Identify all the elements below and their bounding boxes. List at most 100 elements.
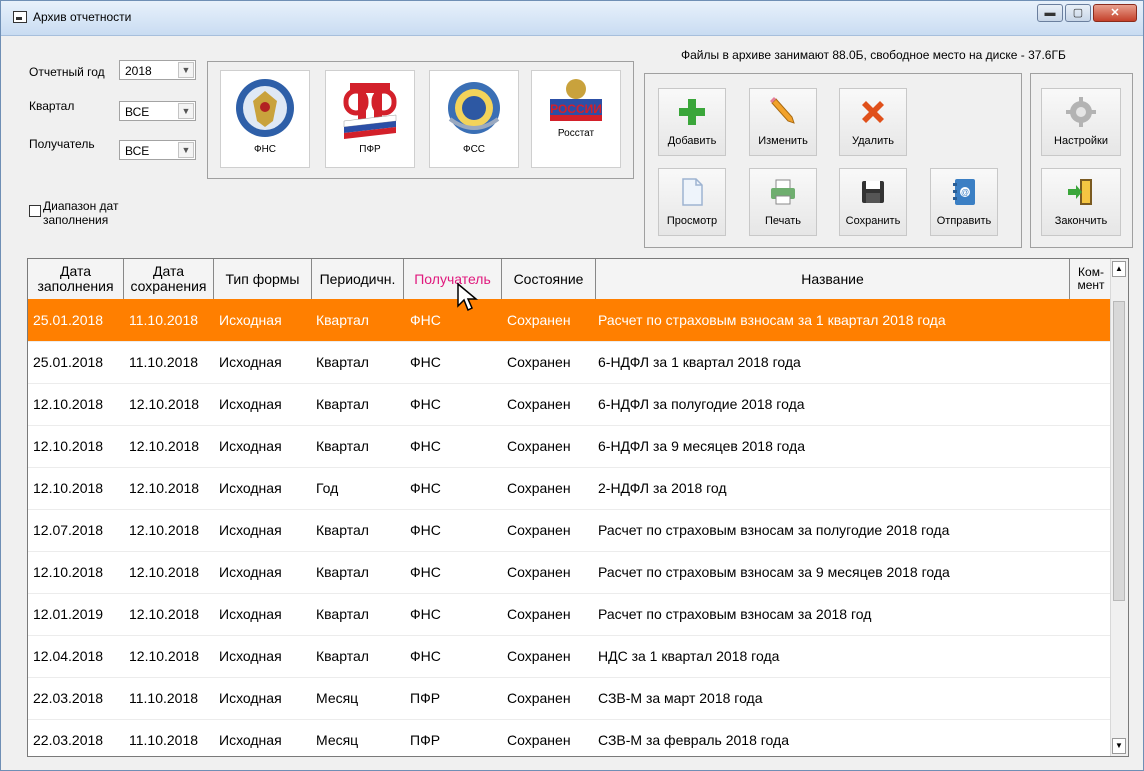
org-button-fss[interactable]: ФСС bbox=[429, 70, 519, 168]
cell-period: Квартал bbox=[316, 396, 369, 412]
column-header-fill-date[interactable]: Дата заполнения bbox=[28, 259, 124, 299]
scrollbar-thumb[interactable] bbox=[1113, 301, 1125, 601]
cell-recipient: ФНС bbox=[410, 606, 441, 622]
chevron-down-icon[interactable]: ▼ bbox=[178, 62, 194, 78]
cell-save-date: 12.10.2018 bbox=[129, 648, 200, 664]
column-header-save-date[interactable]: Дата сохранения bbox=[124, 259, 214, 299]
cell-fill-date: 12.10.2018 bbox=[33, 480, 104, 496]
disk-usage-info: Файлы в архиве занимают 88.0Б, свободное… bbox=[681, 48, 1066, 62]
delete-button[interactable]: Удалить bbox=[839, 88, 907, 156]
close-button[interactable]: ✕ bbox=[1093, 4, 1137, 22]
cell-status: Сохранен bbox=[507, 564, 571, 580]
column-header-form-type[interactable]: Тип формы bbox=[214, 259, 312, 299]
org-button-fns[interactable]: ФНС bbox=[220, 70, 310, 168]
save-button[interactable]: Сохранить bbox=[839, 168, 907, 236]
table-row[interactable]: 12.10.2018 12.10.2018 Исходная Квартал ФНС Со… bbox=[28, 425, 1113, 468]
print-button[interactable]: Печать bbox=[749, 168, 817, 236]
table-row[interactable]: 25.01.2018 11.10.2018 Исходная Квартал ФНС Со… bbox=[28, 299, 1113, 342]
save-label: Сохранить bbox=[845, 215, 901, 227]
cell-form-type: Исходная bbox=[219, 564, 282, 580]
address-book-icon: @ bbox=[953, 179, 975, 205]
cell-status: Сохранен bbox=[507, 354, 571, 370]
delete-x-icon bbox=[862, 101, 884, 123]
cell-name: Расчет по страховым взносам за 2018 год bbox=[598, 606, 872, 622]
cell-name: НДС за 1 квартал 2018 года bbox=[598, 648, 780, 664]
org-button-pfr[interactable]: ПФР bbox=[325, 70, 415, 168]
print-label: Печать bbox=[764, 215, 802, 227]
quarter-value: ВСЕ bbox=[125, 105, 150, 119]
table-row[interactable]: 12.07.2018 12.10.2018 Исходная Квартал ФНС Со… bbox=[28, 509, 1113, 552]
org-name-fns: ФНС bbox=[253, 144, 277, 155]
cell-fill-date: 22.03.2018 bbox=[33, 690, 104, 706]
table-row[interactable]: 12.10.2018 12.10.2018 Исходная Квартал ФНС Со… bbox=[28, 551, 1113, 594]
cell-form-type: Исходная bbox=[219, 354, 282, 370]
table-row[interactable]: 12.10.2018 12.10.2018 Исходная Квартал ФНС Со… bbox=[28, 383, 1113, 426]
table-row[interactable]: 25.01.2018 11.10.2018 Исходная Квартал ФНС Со… bbox=[28, 341, 1113, 384]
recipient-value: ВСЕ bbox=[125, 144, 150, 158]
cell-period: Квартал bbox=[316, 438, 369, 454]
cell-save-date: 11.10.2018 bbox=[129, 354, 199, 370]
column-header-comment[interactable]: Ком-мент bbox=[1070, 259, 1113, 299]
finish-button[interactable]: Закончить bbox=[1041, 168, 1121, 236]
maximize-button[interactable]: ▢ bbox=[1065, 4, 1091, 22]
cell-period: Год bbox=[316, 480, 339, 496]
cell-form-type: Исходная bbox=[219, 396, 282, 412]
cell-save-date: 12.10.2018 bbox=[129, 438, 200, 454]
chevron-down-icon[interactable]: ▼ bbox=[178, 142, 194, 158]
date-range-checkbox[interactable] bbox=[29, 205, 41, 217]
settings-button[interactable]: Настройки bbox=[1041, 88, 1121, 156]
year-select[interactable]: 2018 ▼ bbox=[119, 60, 196, 80]
cell-name: СЗВ-М за февраль 2018 года bbox=[598, 732, 789, 748]
cell-status: Сохранен bbox=[507, 312, 571, 328]
org-button-rosstat[interactable]: РОССИИ Росстат bbox=[531, 70, 621, 168]
cell-status: Сохранен bbox=[507, 732, 571, 748]
fss-emblem-icon bbox=[448, 82, 500, 134]
view-button[interactable]: Просмотр bbox=[658, 168, 726, 236]
view-label: Просмотр bbox=[666, 215, 718, 227]
column-header-period[interactable]: Периодичн. bbox=[312, 259, 404, 299]
plus-icon bbox=[679, 99, 705, 125]
scroll-up-icon[interactable]: ▲ bbox=[1112, 261, 1126, 277]
cell-recipient: ФНС bbox=[410, 480, 441, 496]
cell-save-date: 12.10.2018 bbox=[129, 564, 200, 580]
cell-recipient: ФНС bbox=[410, 354, 441, 370]
date-range-label: Диапазон дат заполнения bbox=[43, 199, 119, 227]
table-row[interactable]: 12.10.2018 12.10.2018 Исходная Год ФНС Сохран… bbox=[28, 467, 1113, 510]
table-header: Дата заполнения Дата сохранения Тип форм… bbox=[28, 259, 1113, 300]
mouse-cursor-icon bbox=[457, 282, 479, 312]
quarter-select[interactable]: ВСЕ ▼ bbox=[119, 101, 196, 121]
column-header-status[interactable]: Состояние bbox=[502, 259, 596, 299]
cell-status: Сохранен bbox=[507, 480, 571, 496]
cell-fill-date: 25.01.2018 bbox=[33, 312, 104, 328]
cell-fill-date: 12.10.2018 bbox=[33, 438, 104, 454]
cell-period: Месяц bbox=[316, 690, 359, 706]
scroll-down-icon[interactable]: ▼ bbox=[1112, 738, 1126, 754]
app-icon bbox=[13, 11, 27, 23]
column-header-name[interactable]: Название bbox=[596, 259, 1070, 299]
cell-recipient: ФНС bbox=[410, 396, 441, 412]
table-row[interactable]: 22.03.2018 11.10.2018 Исходная Месяц ПФР Сохр… bbox=[28, 719, 1113, 756]
add-button[interactable]: Добавить bbox=[658, 88, 726, 156]
cell-save-date: 11.10.2018 bbox=[129, 732, 199, 748]
recipient-select[interactable]: ВСЕ ▼ bbox=[119, 140, 196, 160]
cell-period: Квартал bbox=[316, 522, 369, 538]
cell-period: Квартал bbox=[316, 312, 369, 328]
floppy-disk-icon bbox=[862, 181, 884, 203]
column-header-recipient[interactable]: Получатель bbox=[404, 259, 502, 299]
cell-status: Сохранен bbox=[507, 396, 571, 412]
table-row[interactable]: 12.04.2018 12.10.2018 Исходная Квартал ФНС Со… bbox=[28, 635, 1113, 678]
cell-name: 2-НДФЛ за 2018 год bbox=[598, 480, 727, 496]
cell-period: Квартал bbox=[316, 606, 369, 622]
cell-recipient: ФНС bbox=[410, 564, 441, 580]
cell-recipient: ПФР bbox=[410, 732, 441, 748]
table-row[interactable]: 12.01.2019 12.10.2018 Исходная Квартал ФНС Со… bbox=[28, 593, 1113, 636]
send-button[interactable]: @ Отправить bbox=[930, 168, 998, 236]
cell-name: Расчет по страховым взносам за 9 месяцев… bbox=[598, 564, 950, 580]
cell-status: Сохранен bbox=[507, 648, 571, 664]
vertical-scrollbar[interactable]: ▲ ▼ bbox=[1110, 259, 1128, 756]
minimize-button[interactable]: ▬ bbox=[1037, 4, 1063, 22]
edit-button[interactable]: Изменить bbox=[749, 88, 817, 156]
edit-label: Изменить bbox=[758, 135, 808, 147]
table-row[interactable]: 22.03.2018 11.10.2018 Исходная Месяц ПФР Сохр… bbox=[28, 677, 1113, 720]
chevron-down-icon[interactable]: ▼ bbox=[178, 103, 194, 119]
